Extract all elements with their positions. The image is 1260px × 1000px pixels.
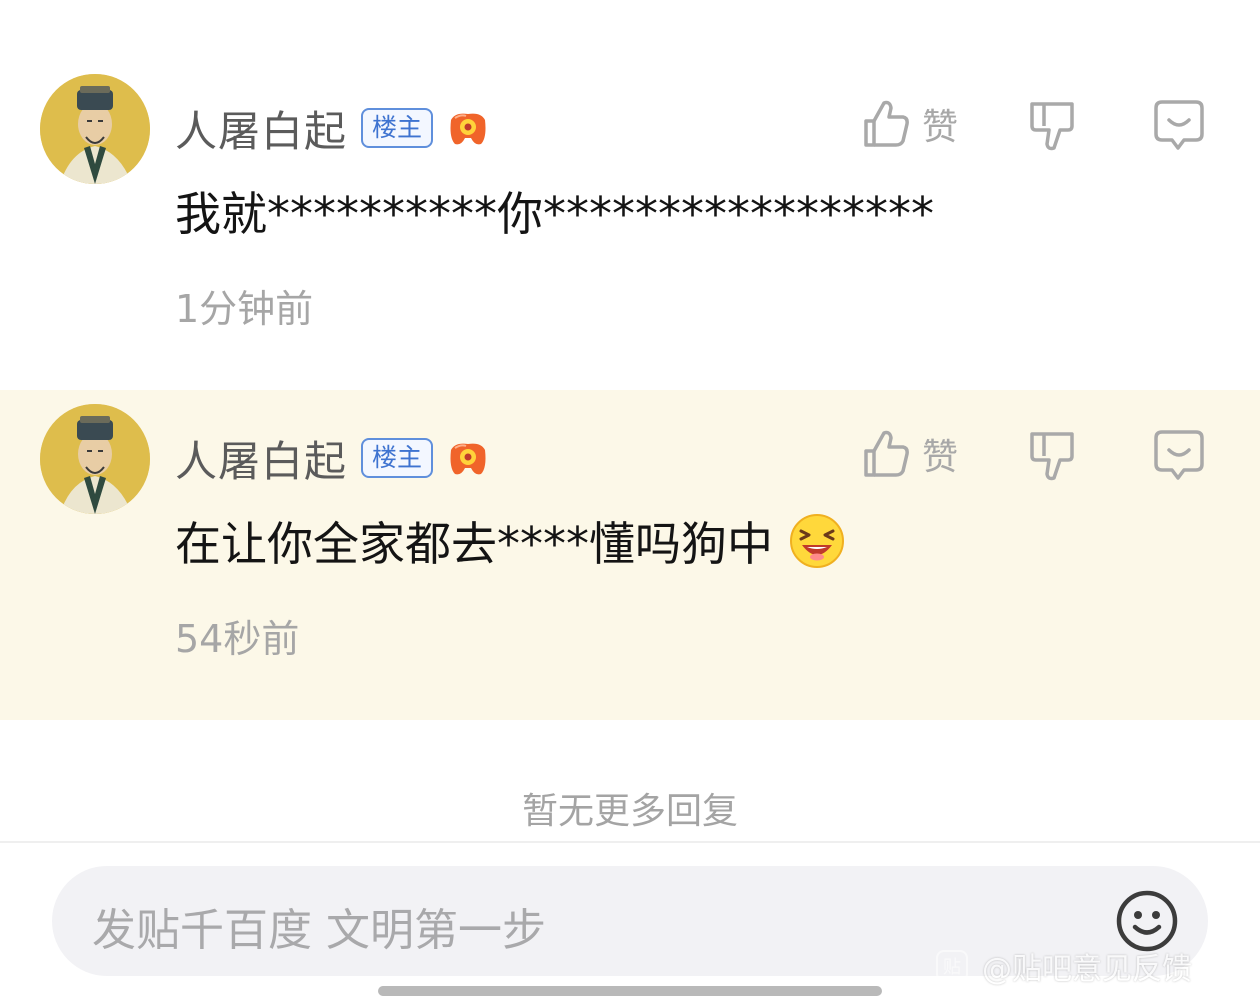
timestamp: 1分钟前 <box>175 287 314 331</box>
reply-button[interactable] <box>1152 426 1206 486</box>
like-label: 赞 <box>922 437 959 478</box>
game-controller-medal-icon <box>445 438 491 478</box>
timestamp: 54秒前 <box>175 617 300 661</box>
author-row: 人屠白起 楼主 <box>175 428 491 488</box>
like-button[interactable]: 赞 <box>860 94 958 154</box>
comment-text: 在让你全家都去****懂吗狗中 <box>175 508 845 574</box>
like-label: 赞 <box>922 107 959 148</box>
reply-bubble-icon <box>1154 430 1204 480</box>
comment-content: 在让你全家都去****懂吗狗中 <box>175 517 773 571</box>
laughing-emoji-icon <box>789 513 845 569</box>
author-row: 人屠白起 楼主 <box>175 98 491 158</box>
reply-bubble-icon <box>1154 100 1204 150</box>
watermark-text: @贴吧意见反馈 <box>982 952 1192 987</box>
avatar[interactable] <box>40 74 150 184</box>
home-indicator[interactable] <box>378 986 882 996</box>
username[interactable]: 人屠白起 <box>175 98 347 159</box>
watermark-logo: 贴 <box>936 950 968 982</box>
watermark: 贴 @贴吧意见反馈 <box>936 944 1208 988</box>
host-badge: 楼主 <box>361 108 434 148</box>
comment-actions: 赞 <box>860 94 1220 154</box>
comment-content: 我就**********你***************** <box>175 187 934 241</box>
thumbs-down-icon <box>1030 102 1074 151</box>
reply-input-placeholder: 发贴千百度 文明第一步 <box>92 905 546 956</box>
comment-item: 人屠白起 楼主 赞 我就**********你*****************… <box>0 60 1260 390</box>
dislike-button[interactable] <box>1026 96 1078 158</box>
comment-item-highlighted: 人屠白起 楼主 赞 在让你全家都去****懂吗狗中 54秒前 <box>0 390 1260 720</box>
thumbs-up-icon <box>864 430 909 477</box>
thumbs-up-icon <box>864 100 909 147</box>
reply-button[interactable] <box>1152 96 1206 156</box>
dislike-button[interactable] <box>1026 426 1078 488</box>
comment-actions: 赞 <box>860 424 1220 484</box>
thumbs-down-icon <box>1030 432 1074 481</box>
like-button[interactable]: 赞 <box>860 424 958 484</box>
avatar[interactable] <box>40 404 150 514</box>
game-controller-medal-icon <box>445 108 491 148</box>
divider <box>0 841 1260 843</box>
no-more-replies: 暂无更多回复 <box>521 791 738 832</box>
host-badge: 楼主 <box>361 438 434 478</box>
comment-text: 我就**********你***************** <box>175 178 934 244</box>
username[interactable]: 人屠白起 <box>175 428 347 489</box>
